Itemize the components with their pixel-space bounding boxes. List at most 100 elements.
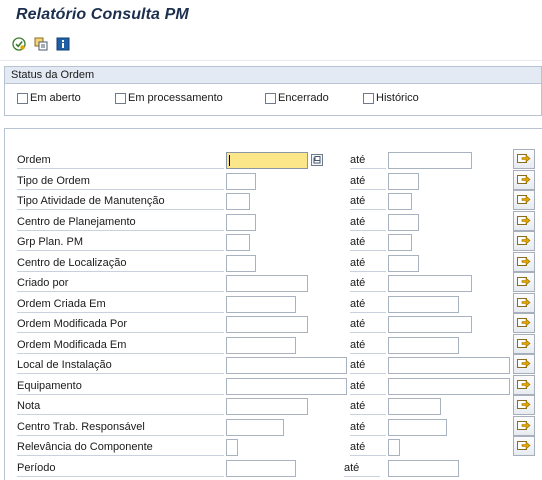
from-value-input[interactable] (226, 460, 296, 477)
to-value-input[interactable] (388, 173, 419, 190)
selection-row: Local de Instalação até (5, 354, 542, 374)
selection-row: Centro de Localização até (5, 252, 542, 272)
field-label: Local de Instalação (17, 356, 224, 374)
from-value-input[interactable] (226, 173, 256, 190)
multiple-selection-arrow-icon (517, 419, 531, 434)
selection-row: Tipo de Ordem até (5, 170, 542, 190)
checkbox-em-processamento[interactable]: Em processamento (115, 92, 223, 104)
checkbox-box[interactable] (363, 92, 374, 104)
multiple-selection-button[interactable] (513, 190, 535, 210)
order-status-header: Status da Ordem (5, 67, 541, 84)
checkbox-label: Histórico (376, 92, 419, 104)
multiple-selection-arrow-icon (517, 214, 531, 229)
field-label: Ordem Modificada Em (17, 336, 224, 354)
checkbox-encerrado[interactable]: Encerrado (265, 92, 329, 104)
selection-row: Período até (5, 459, 542, 477)
selection-row: Ordem Modificada Em até (5, 334, 542, 354)
field-label: Centro de Planejamento (17, 213, 224, 231)
selection-row: Grp Plan. PM até (5, 231, 542, 251)
info-icon[interactable] (55, 36, 71, 52)
toolbar-divider (0, 60, 542, 61)
field-label: Ordem (17, 151, 224, 169)
to-value-input[interactable] (388, 419, 447, 436)
multiple-selection-button[interactable] (513, 354, 535, 374)
page-title: Relatório Consulta PM (16, 6, 189, 23)
from-value-input[interactable] (226, 316, 308, 333)
checkbox-historico[interactable]: Histórico (363, 92, 419, 104)
multiple-selection-arrow-icon (517, 193, 531, 208)
from-value-input[interactable] (226, 439, 238, 456)
field-label: Criado por (17, 274, 224, 292)
to-label: até (350, 295, 386, 313)
from-value-input[interactable] (226, 234, 250, 251)
checkbox-em-aberto[interactable]: Em aberto (17, 92, 81, 104)
to-label: até (350, 418, 386, 436)
field-label: Período (17, 459, 224, 477)
multiple-selection-button[interactable] (513, 375, 535, 395)
field-label: Grp Plan. PM (17, 233, 224, 251)
to-label: até (350, 233, 386, 251)
to-label: até (350, 192, 386, 210)
multiple-selection-button[interactable] (513, 334, 535, 354)
from-value-input[interactable] (226, 337, 296, 354)
selection-row: Tipo Atividade de Manutenção até (5, 190, 542, 210)
to-value-input[interactable] (388, 337, 459, 354)
to-value-input[interactable] (388, 296, 459, 313)
multiple-selection-button[interactable] (513, 231, 535, 251)
selection-row: Ordem Criada Em até (5, 293, 542, 313)
selection-row: Centro Trab. Responsável até (5, 416, 542, 436)
get-variant-icon[interactable] (33, 36, 49, 52)
field-label: Nota (17, 397, 224, 415)
to-value-input[interactable] (388, 460, 459, 477)
from-value-input[interactable] (226, 296, 296, 313)
to-value-input[interactable] (388, 152, 472, 169)
from-value-input[interactable] (226, 193, 250, 210)
multiple-selection-button[interactable] (513, 395, 535, 415)
from-value-input[interactable] (226, 357, 347, 374)
to-value-input[interactable] (388, 316, 472, 333)
multiple-selection-button[interactable] (513, 313, 535, 333)
to-value-input[interactable] (388, 357, 510, 374)
to-value-input[interactable] (388, 234, 412, 251)
multiple-selection-button[interactable] (513, 436, 535, 456)
from-value-input[interactable] (226, 255, 256, 272)
multiple-selection-arrow-icon (517, 255, 531, 270)
checkbox-box[interactable] (17, 92, 28, 104)
to-value-input[interactable] (388, 255, 419, 272)
from-value-input[interactable] (226, 398, 308, 415)
to-label: até (350, 336, 386, 354)
multiple-selection-button[interactable] (513, 252, 535, 272)
execute-icon[interactable] (11, 36, 27, 52)
selection-criteria-panel: Ordem até Tipo de Ordem até Tipo Atividade d… (4, 128, 542, 480)
to-label: até (350, 356, 386, 374)
from-value-input[interactable] (226, 275, 308, 292)
checkbox-label: Encerrado (278, 92, 329, 104)
from-value-input[interactable] (226, 378, 347, 395)
multiple-selection-arrow-icon (517, 152, 531, 167)
to-label: até (350, 172, 386, 190)
selection-row: Equipamento até (5, 375, 542, 395)
multiple-selection-button[interactable] (513, 149, 535, 169)
multiple-selection-arrow-icon (517, 234, 531, 249)
checkbox-box[interactable] (115, 92, 126, 104)
multiple-selection-button[interactable] (513, 211, 535, 231)
from-value-input[interactable] (226, 214, 256, 231)
to-value-input[interactable] (388, 439, 400, 456)
multiple-selection-button[interactable] (513, 170, 535, 190)
from-value-input[interactable] (226, 152, 308, 169)
to-value-input[interactable] (388, 193, 412, 210)
field-label: Centro Trab. Responsável (17, 418, 224, 436)
multiple-selection-button[interactable] (513, 293, 535, 313)
field-label: Ordem Modificada Por (17, 315, 224, 333)
to-label: até (350, 397, 386, 415)
from-value-input[interactable] (226, 419, 284, 436)
multiple-selection-button[interactable] (513, 416, 535, 436)
to-value-input[interactable] (388, 275, 472, 292)
to-value-input[interactable] (388, 398, 441, 415)
checkbox-box[interactable] (265, 92, 276, 104)
to-label: até (350, 274, 386, 292)
to-value-input[interactable] (388, 378, 510, 395)
to-value-input[interactable] (388, 214, 419, 231)
multiple-selection-button[interactable] (513, 272, 535, 292)
search-help-icon[interactable] (311, 154, 323, 166)
